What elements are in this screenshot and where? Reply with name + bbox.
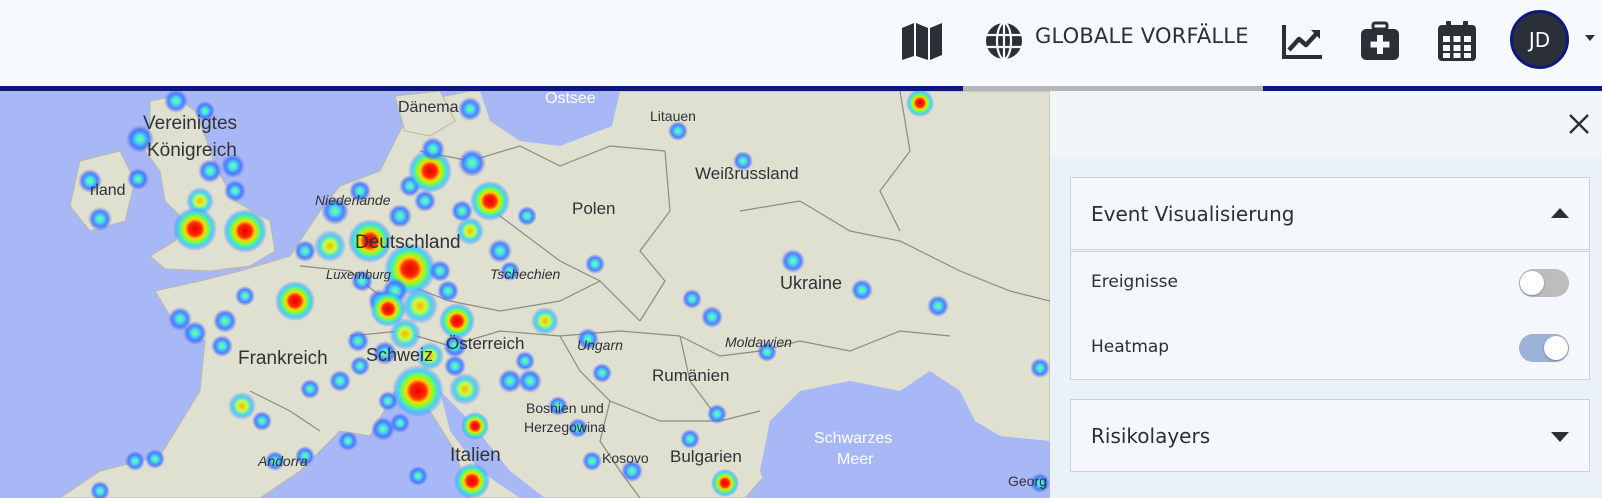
map-label-daenemark: Dänema [398,99,459,116]
map-label-deutschland: Deutschland [355,232,461,253]
map-label-litauen: Litauen [650,108,696,124]
map-label-rumaenien: Rumänien [652,366,730,385]
map-label-polen: Polen [572,199,615,218]
map-label-niederlande: Niederlande [315,192,391,208]
map-label-ostsee: Ostsee [545,91,596,107]
map-label-koenigreich: Königreich [147,140,237,161]
map-label-irland: rland [90,182,126,199]
panel-header [1050,91,1602,157]
map-label-herzegowina: Herzegowina [524,419,606,435]
map-label-tschechien: Tschechien [490,266,561,282]
global-incidents-link[interactable]: GLOBALE VORFÄLLE [1035,24,1249,48]
heatmap-toggle[interactable] [1519,334,1569,362]
event-visualization-body: Ereignisse Heatmap [1070,251,1590,380]
risk-layers-title: Risikolayers [1091,424,1211,448]
heatmap-toggle-label: Heatmap [1091,337,1170,357]
top-navigation-bar: GLOBALE VORFÄLLE JD [0,0,1602,86]
side-panel: Event Visualisierung Ereignisse Heatmap … [1050,91,1602,498]
map-label-oesterreich: Österreich [446,334,524,353]
europe-heatmap-map[interactable]: Ostsee Dänema Vereinigtes Königreich rla… [0,91,1050,498]
chevron-down-icon[interactable] [1585,35,1595,41]
chevron-down-icon[interactable] [1551,432,1569,442]
map-label-italien: Italien [450,445,501,466]
close-icon[interactable] [1566,111,1592,137]
map-label-ungarn: Ungarn [577,337,623,353]
map-label-georgien: Georg [1008,473,1047,489]
map-label-vereinigtes: Vereinigtes [143,113,237,134]
map-label-ukraine: Ukraine [780,273,842,293]
chevron-up-icon[interactable] [1551,208,1569,218]
event-visualization-header[interactable]: Event Visualisierung [1070,177,1590,250]
risk-layers-header[interactable]: Risikolayers [1070,399,1590,472]
map-label-schweiz: Schweiz [366,345,433,365]
map-label-frankreich: Frankreich [238,348,328,369]
map-icon[interactable] [898,18,946,64]
map-label-kosovo: Kosovo [602,450,649,466]
map-label-moldawien: Moldawien [725,334,792,350]
map-label-weissrussland: Weißrussland [695,164,799,183]
user-avatar[interactable]: JD [1510,10,1569,69]
calendar-icon[interactable] [1433,18,1481,64]
events-toggle-label: Ereignisse [1091,272,1179,292]
map-label-meer: Meer [837,451,874,468]
map-label-schwarzes: Schwarzes [814,430,892,447]
map-label-andorra: Andorra [257,453,308,469]
medical-kit-icon[interactable] [1356,18,1404,64]
chart-line-icon[interactable] [1278,18,1326,64]
map-label-luxemburg: Luxemburg [326,267,392,282]
globe-icon[interactable] [980,18,1028,64]
map-label-bulgarien: Bulgarien [670,447,742,466]
events-toggle[interactable] [1519,269,1569,297]
map-label-bosnien: Bosnien und [526,400,604,416]
event-visualization-title: Event Visualisierung [1091,202,1295,226]
